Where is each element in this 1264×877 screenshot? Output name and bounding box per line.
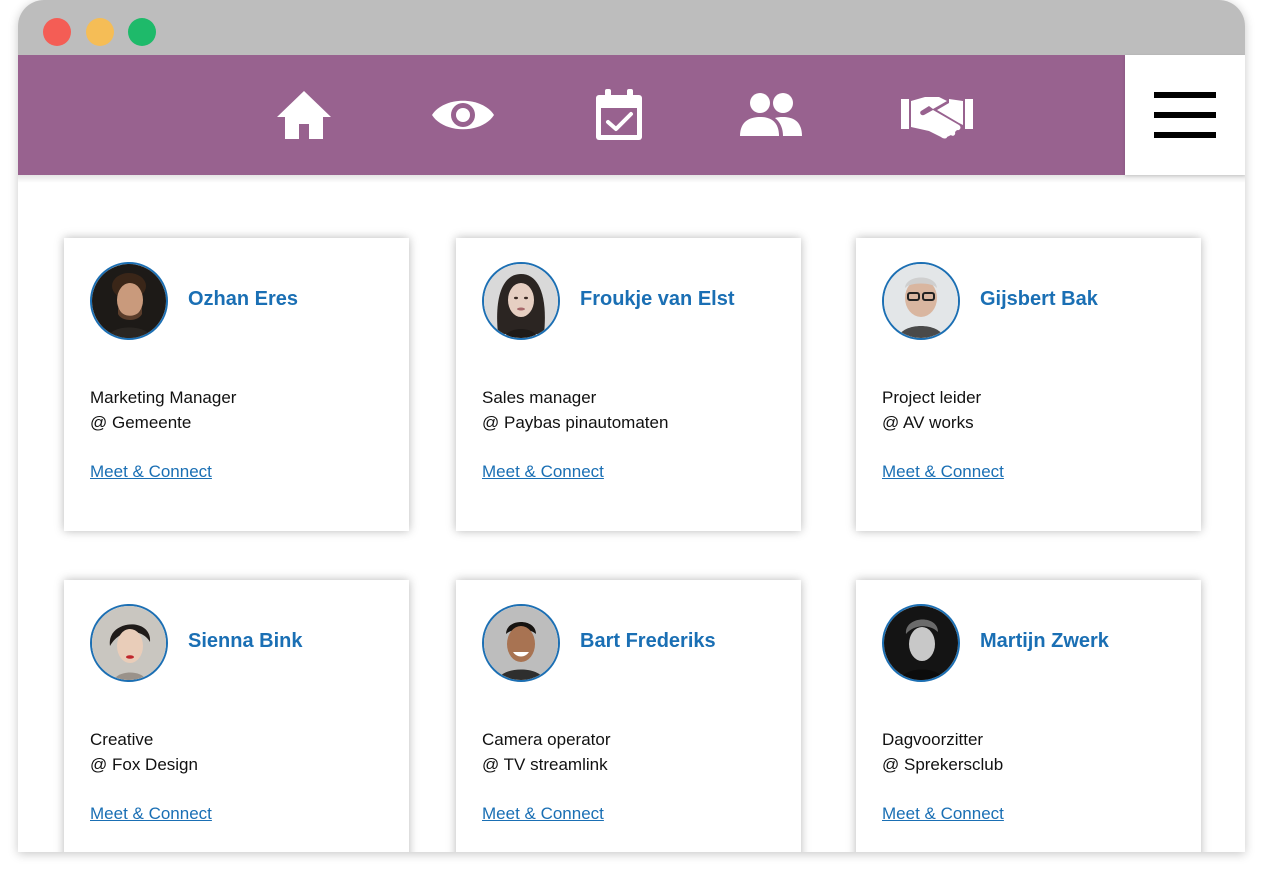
person-role: Creative: [90, 730, 154, 749]
person-card: Sienna Bink Creative @ Fox Design Meet &…: [64, 580, 409, 852]
person-photo: [484, 606, 558, 680]
person-photo: [884, 264, 958, 338]
person-photo: [92, 264, 166, 338]
person-role: Camera operator: [482, 730, 611, 749]
person-card: Gijsbert Bak Project leider @ AV works M…: [856, 238, 1201, 531]
person-card: Ozhan Eres Marketing Manager @ Gemeente …: [64, 238, 409, 531]
avatar[interactable]: [90, 604, 168, 682]
hamburger-menu-button[interactable]: [1125, 55, 1245, 175]
person-company: @ Sprekersclub: [882, 755, 1004, 774]
nav-item-networking[interactable]: [898, 55, 976, 175]
hamburger-menu-icon: [1154, 92, 1216, 138]
person-role: Dagvoorzitter: [882, 730, 984, 749]
handshake-icon: [901, 97, 973, 139]
meet-connect-link[interactable]: Meet & Connect: [482, 462, 604, 482]
person-role: Sales manager: [482, 388, 597, 407]
person-photo: [92, 606, 166, 680]
people-icon: [740, 93, 802, 136]
close-window-button[interactable]: [43, 18, 71, 46]
person-name[interactable]: Sienna Bink: [188, 630, 302, 653]
calendar-check-icon: [596, 89, 642, 140]
home-icon: [277, 91, 331, 139]
header-shadow: [18, 175, 1245, 183]
nav-item-view[interactable]: [428, 55, 498, 175]
maximize-window-button[interactable]: [128, 18, 156, 46]
meet-connect-link[interactable]: Meet & Connect: [90, 462, 212, 482]
avatar[interactable]: [482, 604, 560, 682]
person-card: Froukje van Elst Sales manager @ Paybas …: [456, 238, 801, 531]
meet-connect-link[interactable]: Meet & Connect: [482, 804, 604, 824]
person-name[interactable]: Ozhan Eres: [188, 288, 298, 311]
person-photo: [884, 606, 958, 680]
top-navigation-bar: [18, 55, 1125, 175]
person-company: @ AV works: [882, 413, 974, 432]
avatar[interactable]: [882, 604, 960, 682]
browser-window: Ozhan Eres Marketing Manager @ Gemeente …: [18, 0, 1245, 852]
person-company: @ TV streamlink: [482, 755, 608, 774]
nav-item-agenda[interactable]: [591, 55, 647, 175]
avatar[interactable]: [882, 262, 960, 340]
avatar[interactable]: [90, 262, 168, 340]
person-card: Martijn Zwerk Dagvoorzitter @ Sprekerscl…: [856, 580, 1201, 852]
person-name[interactable]: Bart Frederiks: [580, 630, 716, 653]
person-photo: [484, 264, 558, 338]
eye-icon: [432, 100, 494, 130]
window-titlebar: [18, 0, 1245, 55]
person-role: Project leider: [882, 388, 982, 407]
person-name[interactable]: Martijn Zwerk: [980, 630, 1109, 653]
person-company: @ Gemeente: [90, 413, 192, 432]
person-role: Marketing Manager: [90, 388, 237, 407]
avatar[interactable]: [482, 262, 560, 340]
person-company: @ Paybas pinautomaten: [482, 413, 669, 432]
minimize-window-button[interactable]: [86, 18, 114, 46]
meet-connect-link[interactable]: Meet & Connect: [90, 804, 212, 824]
person-card: Bart Frederiks Camera operator @ TV stre…: [456, 580, 801, 852]
nav-item-home[interactable]: [272, 55, 336, 175]
person-name[interactable]: Froukje van Elst: [580, 288, 735, 311]
person-company: @ Fox Design: [90, 755, 198, 774]
nav-item-people[interactable]: [737, 55, 805, 175]
person-name[interactable]: Gijsbert Bak: [980, 288, 1098, 311]
meet-connect-link[interactable]: Meet & Connect: [882, 804, 1004, 824]
meet-connect-link[interactable]: Meet & Connect: [882, 462, 1004, 482]
